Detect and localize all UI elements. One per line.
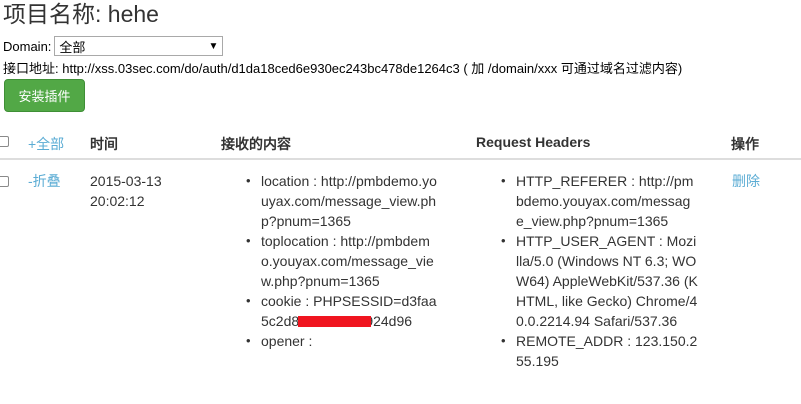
table-row: -折叠 2015-03-13 20:02:12 location : http:…: [0, 161, 801, 404]
list-item: opener :: [246, 331, 441, 351]
list-item: HTTP_REFERER : http://pmbdemo.youyax.com…: [501, 171, 698, 231]
table-header: +全部 时间 接收的内容 Request Headers 操作: [0, 125, 801, 160]
time-column-header: 时间: [90, 136, 118, 152]
dropdown-arrow-icon: ▼: [208, 40, 219, 52]
row-time: 20:02:12: [90, 193, 145, 209]
delete-link[interactable]: 删除: [732, 171, 760, 191]
domain-label: Domain:: [3, 38, 52, 54]
domain-select[interactable]: 全部 ▼: [54, 36, 224, 56]
header-divider: [0, 158, 801, 160]
collapse-link[interactable]: -折叠: [28, 171, 61, 191]
row-timestamp: 2015-03-13 20:02:12: [90, 171, 162, 211]
list-item: toplocation : http://pmbdemo.youyax.com/…: [246, 231, 441, 291]
request-headers-column-header: Request Headers: [476, 134, 591, 150]
request-headers-list: HTTP_REFERER : http://pmbdemo.youyax.com…: [501, 171, 698, 371]
list-item: location : http://pmbdemo.youyax.com/mes…: [246, 171, 441, 231]
domain-selected-value: 全部: [59, 39, 86, 55]
list-item: REMOTE_ADDR : 123.150.255.195: [501, 331, 698, 371]
api-address: 接口地址: http://xss.03sec.com/do/auth/d1da1…: [3, 61, 683, 76]
content-column-header: 接收的内容: [221, 136, 291, 152]
select-all-checkbox[interactable]: [0, 136, 9, 147]
install-plugin-button[interactable]: 安装插件: [4, 79, 85, 112]
row-date: 2015-03-13: [90, 173, 162, 189]
actions-column-header: 操作: [731, 136, 759, 152]
row-checkbox[interactable]: [0, 176, 9, 187]
redaction-bar: [298, 316, 371, 327]
page-title: 项目名称: hehe: [3, 1, 159, 27]
expand-all-link[interactable]: +全部: [28, 134, 64, 154]
domain-filter: Domain: 全部 ▼: [3, 35, 224, 57]
list-item: HTTP_USER_AGENT : Mozilla/5.0 (Windows N…: [501, 231, 698, 331]
